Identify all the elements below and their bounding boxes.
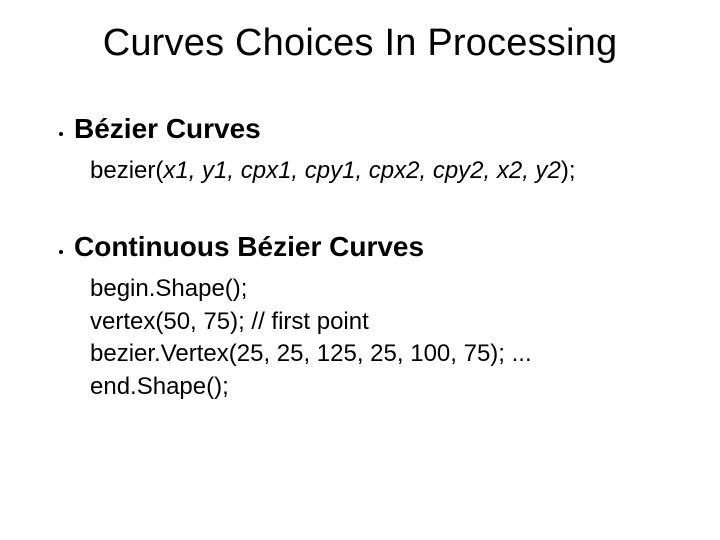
bullet-item-continuous: Continuous Bézier Curves begin.Shape(); … (74, 231, 680, 403)
code-line: end.Shape(); (90, 371, 680, 403)
code-params: x1, y1, cpx1, cpy1, cpx2, cpy2, x2, y2 (163, 157, 561, 184)
bullet-list: Bézier Curves bezier(x1, y1, cpx1, cpy1,… (40, 113, 680, 403)
code-line: vertex(50, 75); // first point (90, 306, 680, 338)
code-line: begin.Shape(); (90, 273, 680, 305)
code-line: bezier(x1, y1, cpx1, cpy1, cpx2, cpy2, x… (90, 155, 680, 187)
bullet-heading: Continuous Bézier Curves (74, 231, 680, 263)
code-block: begin.Shape(); vertex(50, 75); // first … (90, 273, 680, 403)
code-block: bezier(x1, y1, cpx1, cpy1, cpx2, cpy2, x… (90, 155, 680, 187)
bullet-item-bezier: Bézier Curves bezier(x1, y1, cpx1, cpy1,… (74, 113, 680, 187)
slide: Curves Choices In Processing Bézier Curv… (0, 0, 720, 540)
slide-title: Curves Choices In Processing (40, 22, 680, 65)
code-suffix: ); (561, 157, 576, 184)
code-prefix: bezier( (90, 157, 163, 184)
bullet-heading: Bézier Curves (74, 113, 680, 145)
code-line: bezier.Vertex(25, 25, 125, 25, 100, 75);… (90, 338, 680, 370)
